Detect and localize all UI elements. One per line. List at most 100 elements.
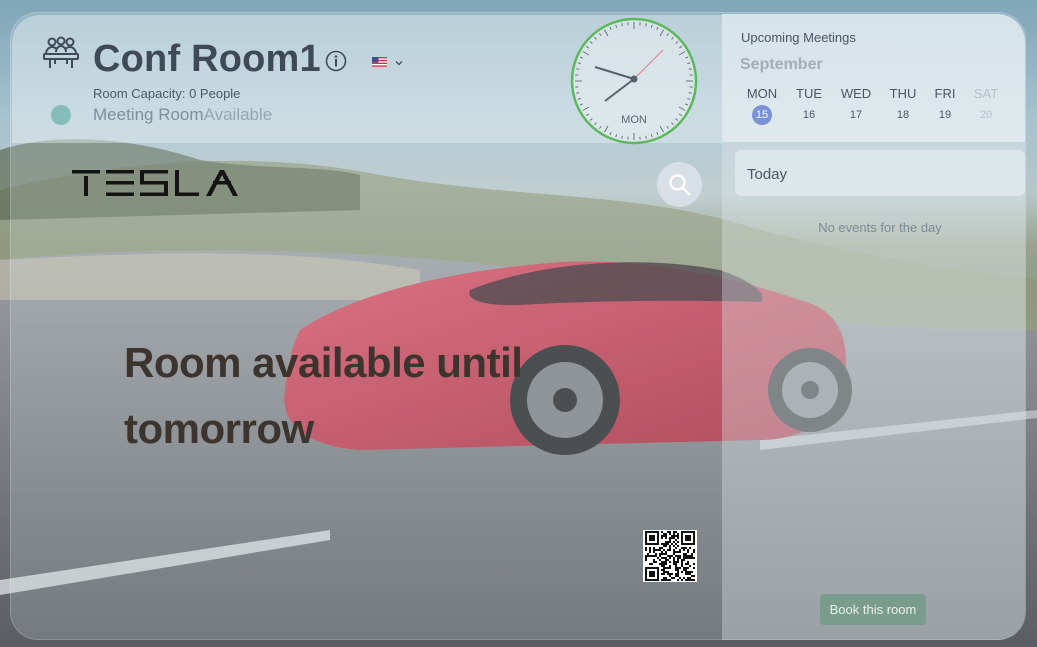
- qr-module: [673, 533, 675, 535]
- calendar-day[interactable]: TUE 16: [789, 86, 829, 121]
- qr-module: [677, 571, 679, 573]
- qr-module: [657, 577, 659, 579]
- search-button[interactable]: [657, 162, 702, 207]
- qr-module: [693, 535, 695, 537]
- qr-module: [683, 543, 685, 545]
- qr-module: [671, 543, 673, 545]
- qr-module: [673, 535, 675, 537]
- qr-module: [689, 565, 691, 567]
- qr-module: [677, 561, 679, 563]
- qr-module: [645, 531, 647, 533]
- qr-module: [685, 563, 687, 565]
- qr-module: [681, 559, 683, 561]
- qr-module: [667, 567, 669, 569]
- qr-module: [657, 549, 659, 551]
- qr-module: [661, 553, 663, 555]
- qr-module: [671, 577, 673, 579]
- qr-module: [655, 549, 657, 551]
- qr-module: [665, 551, 667, 553]
- qr-module: [649, 549, 651, 551]
- qr-module: [645, 533, 647, 535]
- qr-module: [663, 569, 665, 571]
- qr-module: [669, 541, 671, 543]
- availability-headline: Room available until tomorrow: [124, 339, 523, 452]
- qr-module: [677, 541, 679, 543]
- qr-module: [653, 535, 655, 537]
- qr-module: [653, 571, 655, 573]
- qr-module: [647, 553, 649, 555]
- info-icon[interactable]: [325, 50, 347, 72]
- day-number: 20: [979, 109, 993, 121]
- qr-module: [689, 555, 691, 557]
- qr-module: [649, 543, 651, 545]
- qr-module: [655, 579, 657, 581]
- day-name: FRI: [934, 86, 956, 101]
- qr-module: [691, 555, 693, 557]
- qr-module: [683, 577, 685, 579]
- calendar-month: September: [740, 56, 823, 73]
- qr-module: [661, 531, 663, 533]
- qr-module: [669, 557, 671, 559]
- qr-module: [687, 563, 689, 565]
- qr-module: [667, 555, 669, 557]
- qr-module: [683, 567, 685, 569]
- qr-module: [665, 557, 667, 559]
- qr-module: [669, 567, 671, 569]
- qr-module: [687, 579, 689, 581]
- qr-module: [661, 569, 663, 571]
- qr-module: [653, 575, 655, 577]
- qr-module: [671, 537, 673, 539]
- qr-module: [663, 573, 665, 575]
- book-room-button[interactable]: Book this room: [820, 594, 926, 625]
- qr-module: [663, 571, 665, 573]
- qr-module: [687, 555, 689, 557]
- chevron-down-icon[interactable]: [394, 58, 404, 68]
- qr-module: [693, 537, 695, 539]
- qr-module: [665, 545, 667, 547]
- qr-module: [683, 547, 685, 549]
- qr-module: [673, 549, 675, 551]
- qr-module: [675, 543, 677, 545]
- qr-module: [675, 573, 677, 575]
- qr-module: [655, 555, 657, 557]
- qr-module: [693, 543, 695, 545]
- qr-module: [645, 539, 647, 541]
- room-display-screen: Conf Room1 Room Capacity: 0 People Meeti…: [0, 0, 1037, 647]
- qr-module: [669, 537, 671, 539]
- qr-module: [677, 545, 679, 547]
- qr-module: [683, 557, 685, 559]
- qr-module: [659, 555, 661, 557]
- qr-module: [667, 541, 669, 543]
- qr-module: [667, 571, 669, 573]
- qr-module: [667, 549, 669, 551]
- qr-module: [689, 543, 691, 545]
- calendar-day[interactable]: WED 17: [836, 86, 876, 121]
- qr-module: [657, 533, 659, 535]
- qr-module: [665, 535, 667, 537]
- calendar-day[interactable]: SAT 20: [966, 86, 1006, 121]
- qr-module: [673, 541, 675, 543]
- calendar-day[interactable]: FRI 19: [925, 86, 965, 121]
- calendar-day[interactable]: THU 18: [883, 86, 923, 121]
- qr-module: [649, 571, 651, 573]
- qr-module: [657, 571, 659, 573]
- qr-module: [649, 555, 651, 557]
- qr-module: [661, 557, 663, 559]
- clock-tick: [621, 23, 623, 27]
- qr-module: [693, 533, 695, 535]
- us-flag-icon[interactable]: [372, 57, 387, 67]
- qr-module: [677, 555, 679, 557]
- qr-module: [653, 549, 655, 551]
- qr-module: [689, 573, 691, 575]
- qr-module: [689, 577, 691, 579]
- qr-module: [661, 565, 663, 567]
- qr-module: [651, 537, 653, 539]
- qr-module: [667, 531, 669, 533]
- calendar-day[interactable]: MON 15: [742, 86, 782, 125]
- qr-module: [645, 559, 647, 561]
- qr-module: [655, 553, 657, 555]
- tesla-logo: [72, 170, 238, 196]
- qr-module: [671, 535, 673, 537]
- qr-module: [653, 555, 655, 557]
- qr-module: [677, 537, 679, 539]
